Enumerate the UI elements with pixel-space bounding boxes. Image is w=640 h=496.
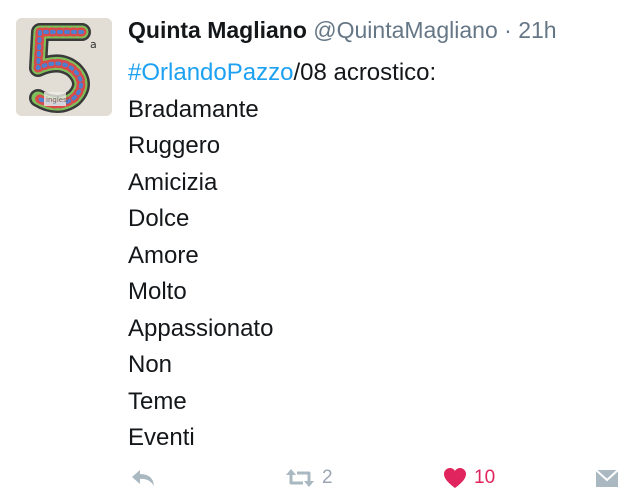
svg-text:a: a <box>90 38 97 51</box>
tweet-line-text: /08 acrostico: <box>293 59 437 86</box>
like-count: 10 <box>474 467 496 488</box>
like-button[interactable]: 10 <box>443 460 495 496</box>
hashtag-link[interactable]: #OrlandoPazzo <box>128 59 293 86</box>
tweet-header: Quinta Magliano @QuintaMagliano · 21h <box>128 15 557 45</box>
direct-message-button[interactable] <box>595 460 619 496</box>
avatar[interactable]: a inglesi <box>16 18 112 116</box>
envelope-icon <box>595 469 619 487</box>
tweet-line: Appassionato <box>128 314 274 342</box>
timestamp[interactable]: 21h <box>518 17 556 43</box>
tweet-text: #OrlandoPazzo/08 acrostico: Bradamante R… <box>128 55 436 457</box>
avatar-image: a inglesi <box>16 18 112 116</box>
author-handle[interactable]: @QuintaMagliano <box>313 17 497 43</box>
tweet-line: Eventi <box>128 424 195 451</box>
tweet: a inglesi Quinta Magliano @QuintaMaglian… <box>0 0 640 488</box>
tweet-line: Amicizia <box>128 168 218 196</box>
tweet-line: Amore <box>128 241 199 269</box>
tweet-line: Non <box>128 351 173 378</box>
tweet-line: Dolce <box>128 205 190 232</box>
reply-button[interactable] <box>130 460 156 496</box>
heart-icon <box>444 468 466 488</box>
separator-dot: · <box>504 17 512 43</box>
reply-icon <box>132 470 154 486</box>
tweet-line: Molto <box>128 278 187 305</box>
tweet-line: Ruggero <box>128 132 221 159</box>
retweet-icon <box>286 469 314 487</box>
tweet-actions: 2 10 <box>0 460 640 496</box>
tweet-line: #OrlandoPazzo/08 acrostico: <box>128 55 436 92</box>
author-name[interactable]: Quinta Magliano <box>128 17 307 43</box>
tweet-line: Bradamante <box>128 95 259 123</box>
retweet-count: 2 <box>322 467 333 488</box>
svg-text:inglesi: inglesi <box>46 96 69 104</box>
tweet-line: Teme <box>128 387 187 415</box>
retweet-button[interactable]: 2 <box>285 460 333 496</box>
